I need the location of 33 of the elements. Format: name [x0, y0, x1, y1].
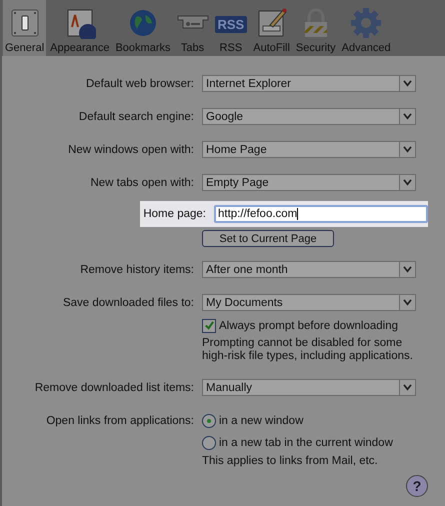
toolbar-tab[interactable]: General [3, 0, 46, 56]
switch-icon [8, 7, 41, 39]
gear-icon [350, 7, 382, 39]
dropdown[interactable]: Google [202, 108, 416, 125]
radio-label: in a new window [219, 414, 304, 426]
field-label: Default web browser: [86, 78, 194, 90]
radio-button[interactable] [202, 436, 216, 450]
dropdown[interactable]: Home Page [202, 141, 416, 158]
field-label: Default search engine: [78, 110, 194, 122]
field-label: Open links from applications: [46, 414, 194, 426]
radio-label: in a new tab in the current window [219, 436, 393, 448]
dropdown[interactable]: After one month [202, 261, 416, 278]
toolbar-tab[interactable]: RSS RSS [212, 0, 250, 56]
help-button[interactable]: ? [406, 475, 428, 497]
field-label: Save downloaded files to: [62, 296, 194, 308]
field-label: Home page: [143, 208, 206, 220]
radio-button[interactable] [202, 414, 216, 428]
dropdown[interactable]: Empty Page [202, 174, 416, 191]
field-label: New windows open with: [68, 144, 194, 156]
dropdown[interactable]: Manually [202, 379, 416, 396]
rss-icon: RSS [214, 16, 248, 33]
field-label: New tabs open with: [90, 176, 194, 188]
set-page-button[interactable]: Set to Current Page [202, 230, 334, 247]
checkbox[interactable] [202, 318, 216, 332]
field-label: Remove downloaded list items: [34, 382, 194, 394]
dropdown[interactable]: My Documents [202, 294, 416, 311]
field-label: Remove history items: [80, 264, 194, 276]
text-field[interactable]: http://fefoo.com [214, 205, 428, 223]
note-text: Prompting cannot be disabled for some high-risk file types, including applications. [202, 337, 414, 363]
pencil-form-icon [256, 7, 288, 39]
note-text: This applies to links from Mail, etc. [202, 454, 379, 468]
dropdown[interactable]: Internet Explorer [202, 75, 416, 92]
checkbox-label: Always prompt before downloading [219, 320, 398, 332]
